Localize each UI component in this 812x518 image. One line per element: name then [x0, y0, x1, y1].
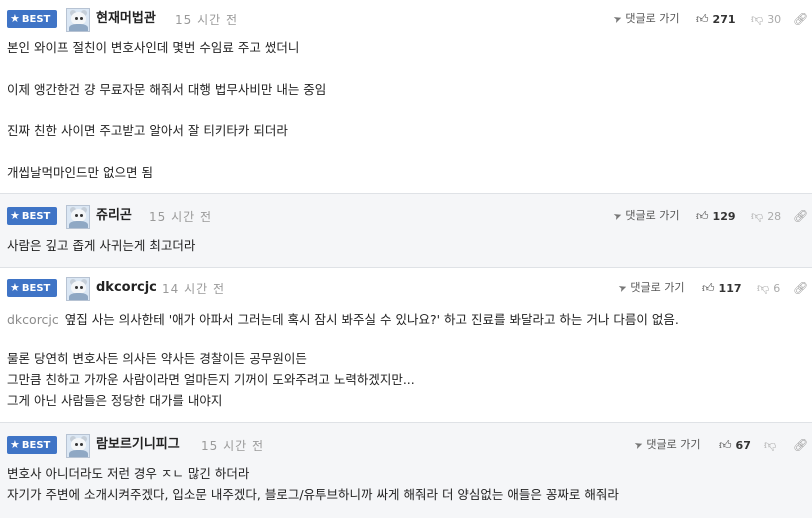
upvote-count: 67: [735, 439, 751, 452]
best-badge-label: BEST: [21, 440, 51, 451]
upvote-button[interactable]: 👍︎ 67: [719, 437, 751, 454]
comment-line: 본인 와이프 절친이 변호사인데 몇번 수임료 주고 썼더니: [7, 40, 300, 55]
comment-item: ★ BEST 람보르기니피그 15 시간 전 ➤ 댓글로 가기 👍︎ 67 👎︎ 🔗︎…: [0, 423, 812, 518]
timestamp: 15 시간 전: [201, 439, 265, 453]
reply-button[interactable]: ➤ 댓글로 가기: [612, 208, 679, 225]
comment-line: 그만큼 친하고 가까운 사람이라면 얼마든지 기꺼이 도와주려고 노력하겠지만.…: [7, 372, 415, 387]
reply-button[interactable]: ➤ 댓글로 가기: [633, 437, 700, 454]
nickname[interactable]: 쥬리곤: [96, 207, 132, 225]
reply-button[interactable]: ➤ 댓글로 가기: [617, 280, 684, 297]
timestamp: 14 시간 전: [162, 282, 226, 296]
upvote-button[interactable]: 👍︎ 117: [702, 280, 742, 297]
thumbs-down-icon: 👎︎: [764, 438, 777, 452]
comment-body: 본인 와이프 절친이 변호사인데 몇번 수임료 주고 썼더니 이제 앵간한건 걍…: [7, 37, 802, 183]
nickname[interactable]: 현재머법관: [96, 10, 156, 28]
avatar[interactable]: [66, 434, 90, 458]
upvote-button[interactable]: 👍︎ 129: [696, 208, 736, 225]
avatar[interactable]: [66, 8, 90, 32]
thumbs-up-icon: 👍︎: [696, 12, 709, 26]
best-badge: ★ BEST: [7, 279, 57, 297]
upvote-count: 271: [712, 13, 736, 26]
comment-item: ★ BEST dkcorcjc 14 시간 전 ➤ 댓글로 가기 👍︎ 117 👎︎ 6…: [0, 268, 812, 422]
thumbs-down-icon: 👎︎: [751, 12, 764, 26]
comment-line: 그게 아닌 사람들은 정당한 대가를 내야지: [7, 393, 223, 408]
send-arrow-icon: ➤: [612, 12, 624, 27]
comment-line: 이제 앵간한건 걍 무료자문 해줘서 대행 법무사비만 내는 중임: [7, 81, 327, 97]
send-arrow-icon: ➤: [612, 209, 624, 224]
star-icon: ★: [10, 209, 20, 222]
comment-header: ★ BEST 현재머법관 15 시간 전 ➤ 댓글로 가기 👍︎ 271 👎︎ 30 🔗…: [7, 8, 812, 32]
downvote-button[interactable]: 👎︎ 28: [751, 208, 781, 225]
comment-body: 사람은 깊고 좁게 사귀는게 최고더라: [7, 235, 802, 256]
best-badge-label: BEST: [21, 14, 51, 25]
thumbs-down-icon: 👎︎: [751, 209, 764, 223]
star-icon: ★: [10, 281, 20, 294]
comment-line: 자기가 주변에 소개시켜주겠다, 입소문 내주겠다, 블로그/유투브하니까 싸게…: [7, 487, 619, 502]
link-icon[interactable]: 🔗︎: [793, 208, 808, 224]
timestamp: 15 시간 전: [175, 13, 239, 27]
downvote-button[interactable]: 👎︎: [764, 437, 780, 454]
downvote-button[interactable]: 👎︎ 30: [751, 11, 781, 28]
upvote-count: 117: [718, 282, 742, 295]
star-icon: ★: [10, 12, 20, 25]
avatar[interactable]: [66, 205, 90, 229]
upvote-button[interactable]: 👍︎ 271: [696, 11, 736, 28]
downvote-count: 28: [767, 210, 782, 223]
link-icon[interactable]: 🔗︎: [793, 280, 808, 296]
best-badge: ★ BEST: [7, 207, 57, 225]
upvote-count: 129: [712, 210, 736, 223]
comment-body: dkcorcjc 옆집 사는 의사한테 '애가 아파서 그러는데 혹시 잠시 봐주…: [7, 309, 802, 411]
thumbs-down-icon: 👎︎: [757, 281, 770, 295]
comment-header: ★ BEST 람보르기니피그 15 시간 전 ➤ 댓글로 가기 👍︎ 67 👎︎ 🔗︎: [7, 434, 812, 458]
comment-header: ★ BEST dkcorcjc 14 시간 전 ➤ 댓글로 가기 👍︎ 117 👎︎ 6…: [7, 277, 812, 301]
comment-line: 사람은 깊고 좁게 사귀는게 최고더라: [7, 238, 196, 253]
comment-line: dkcorcjc 옆집 사는 의사한테 '애가 아파서 그러는데 혹시 잠시 봐주…: [7, 312, 679, 327]
best-badge: ★ BEST: [7, 436, 57, 454]
nickname[interactable]: 람보르기니피그: [96, 436, 180, 454]
link-icon[interactable]: 🔗︎: [793, 11, 808, 27]
comment-item: ★ BEST 쥬리곤 15 시간 전 ➤ 댓글로 가기 👍︎ 129 👎︎ 28 🔗︎ …: [0, 194, 812, 267]
avatar[interactable]: [66, 277, 90, 301]
comment-line: 변호사 아니더라도 저런 경우 ㅈㄴ 많긴 하더라: [7, 466, 250, 481]
downvote-button[interactable]: 👎︎ 6: [757, 280, 780, 297]
comment-item: ★ BEST 현재머법관 15 시간 전 ➤ 댓글로 가기 👍︎ 271 👎︎ 30 🔗…: [0, 0, 812, 193]
best-badge-label: BEST: [21, 283, 51, 294]
comment-line: 개씹날먹마인드만 없으면 됨: [7, 164, 153, 180]
star-icon: ★: [10, 438, 20, 451]
best-badge-label: BEST: [21, 211, 51, 222]
nickname[interactable]: dkcorcjc: [96, 279, 157, 297]
comment-line: 물론 당연히 변호사든 의사든 약사든 경찰이든 공무원이든: [7, 351, 307, 366]
reply-button[interactable]: ➤ 댓글로 가기: [612, 11, 679, 28]
comment-header: ★ BEST 쥬리곤 15 시간 전 ➤ 댓글로 가기 👍︎ 129 👎︎ 28 🔗︎: [7, 205, 812, 229]
thumbs-up-icon: 👍︎: [702, 281, 715, 295]
comment-line: 진짜 친한 사이면 주고받고 알아서 잘 티키타카 되더라: [7, 123, 288, 138]
thumbs-up-icon: 👍︎: [696, 209, 709, 223]
thumbs-up-icon: 👍︎: [719, 438, 732, 452]
send-arrow-icon: ➤: [617, 281, 629, 296]
downvote-count: 30: [767, 13, 782, 26]
timestamp: 15 시간 전: [149, 210, 213, 224]
link-icon[interactable]: 🔗︎: [793, 437, 808, 453]
send-arrow-icon: ➤: [633, 438, 645, 453]
best-badge: ★ BEST: [7, 10, 57, 28]
mention[interactable]: dkcorcjc: [7, 312, 59, 327]
downvote-count: 6: [773, 282, 781, 295]
comment-body: 변호사 아니더라도 저런 경우 ㅈㄴ 많긴 하더라 자기가 주변에 소개시켜주겠…: [7, 463, 802, 505]
